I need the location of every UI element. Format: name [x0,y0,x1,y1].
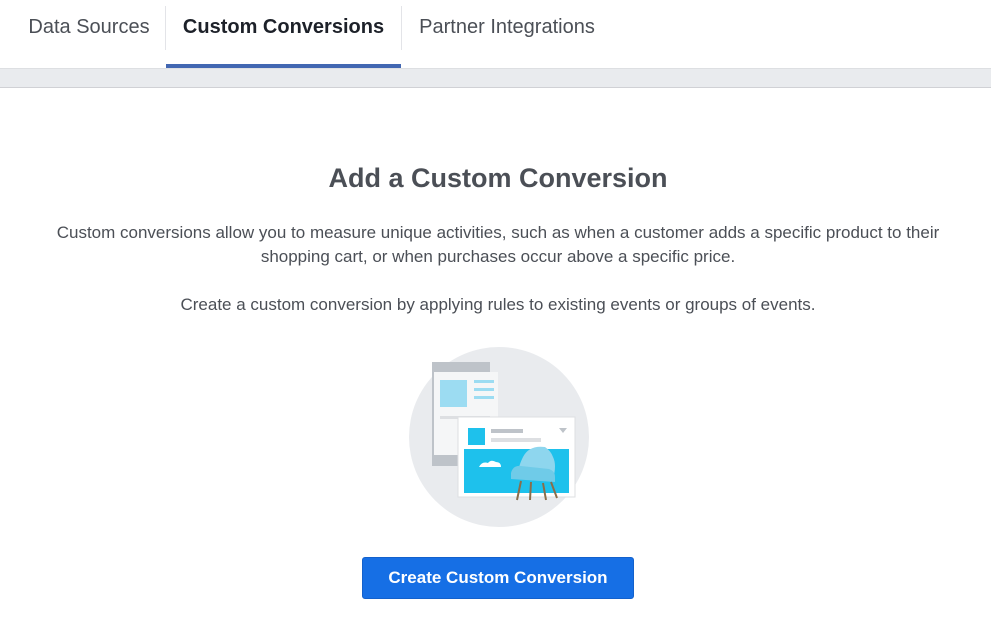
create-custom-conversion-button[interactable]: Create Custom Conversion [362,557,634,599]
empty-state-instruction: Create a custom conversion by applying r… [180,295,816,314]
empty-state-description: Custom conversions allow you to measure … [56,223,940,266]
tab-bar: Data Sources Custom Conversions Partner … [0,0,991,68]
empty-state-panel: Add a Custom Conversion Custom conversio… [0,89,991,622]
product-page-chair-illustration-icon [409,347,589,527]
tab-data-sources[interactable]: Data Sources [25,0,153,68]
section-divider-band [0,68,991,88]
tab-separator [401,6,402,50]
illustration-front-card [457,416,576,501]
page: Data Sources Custom Conversions Partner … [0,0,991,622]
tab-custom-conversions[interactable]: Custom Conversions [166,0,401,68]
tab-partner-integrations[interactable]: Partner Integrations [413,0,601,68]
empty-state-title: Add a Custom Conversion [328,163,668,193]
